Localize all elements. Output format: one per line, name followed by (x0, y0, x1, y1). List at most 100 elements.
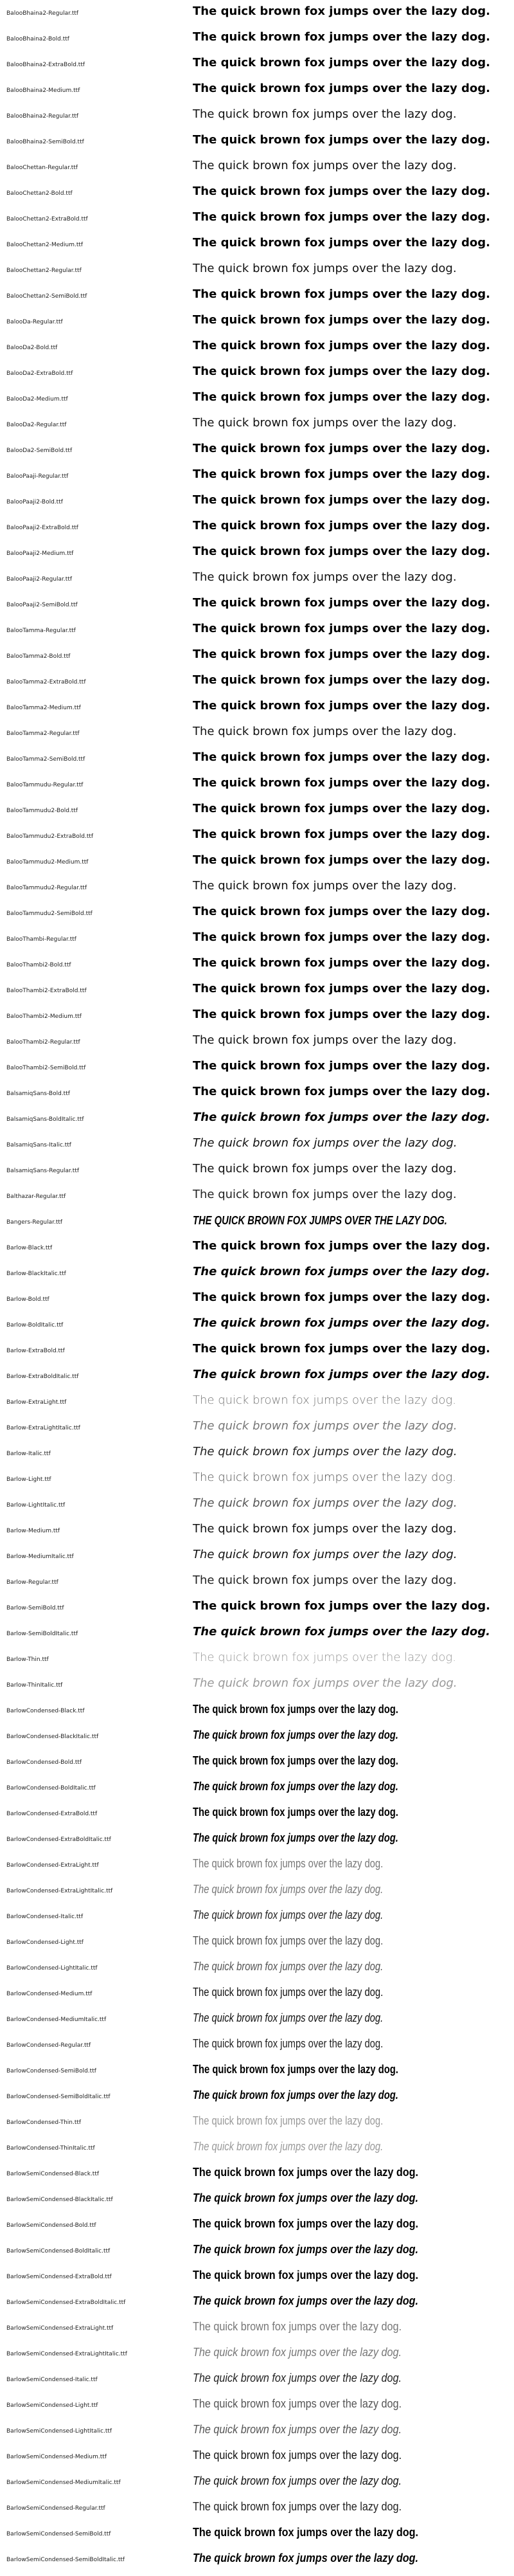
font-sample-text: The quick brown fox jumps over the lazy … (193, 1419, 457, 1433)
font-file-name: BalooChettan2-Regular.ttf (6, 268, 82, 274)
font-row: BalooTammudu2-SemiBold.ttf The quick brow… (0, 904, 514, 930)
font-row: BarlowCondensed-SemiBold.ttf The quick br… (0, 2062, 514, 2087)
font-row: BalooPaaji2-Regular.ttf The quick brown f… (0, 570, 514, 595)
font-row: BalooPaaji2-Bold.ttf The quick brown fox … (0, 493, 514, 518)
font-file-name: BalooTamma-Regular.ttf (6, 628, 76, 634)
font-row: BalooChettan2-ExtraBold.ttf The quick bro… (0, 210, 514, 235)
font-row: BalooDa2-ExtraBold.ttf The quick brown fo… (0, 364, 514, 390)
font-file-name: BarlowCondensed-ExtraBoldItalic.ttf (6, 1837, 111, 1843)
font-sample-text: The quick brown fox jumps over the lazy … (193, 365, 490, 378)
font-sample-text: The quick brown fox jumps over the lazy … (193, 1574, 457, 1587)
font-file-name: Balthazar-Regular.ttf (6, 1193, 66, 1200)
font-file-name: BalooPaaji2-Medium.ttf (6, 550, 74, 557)
font-sample-text: The quick brown fox jumps over the lazy … (193, 107, 457, 121)
font-row: BarlowSemiCondensed-SemiBoldItalic.ttf Th… (0, 2550, 514, 2576)
font-sample-text: The quick brown fox jumps over the lazy … (193, 1599, 490, 1613)
font-row: BalooChettan-Regular.ttf The quick brown … (0, 158, 514, 184)
font-sample-text: The quick brown fox jumps over the lazy … (193, 2372, 402, 2384)
font-file-name: Barlow-MediumItalic.ttf (6, 1554, 74, 1560)
font-file-name: BarlowSemiCondensed-Black.ttf (6, 2171, 100, 2177)
font-file-name: BalooChettan2-SemiBold.ttf (6, 293, 87, 300)
font-row: Barlow-Thin.ttf The quick brown fox jumps… (0, 1650, 514, 1676)
font-sample-text: The quick brown fox jumps over the lazy … (193, 2217, 419, 2230)
font-file-name: BarlowSemiCondensed-SemiBold.ttf (6, 2531, 111, 2537)
font-sample-text: The quick brown fox jumps over the lazy … (193, 82, 490, 95)
font-file-name: Barlow-ExtraLight.ttf (6, 1399, 67, 1406)
font-file-name: BarlowCondensed-BlackItalic.ttf (6, 1734, 99, 1740)
font-file-name: BarlowCondensed-Thin.ttf (6, 2119, 82, 2126)
font-row: BarlowCondensed-Black.ttf The quick brown… (0, 1701, 514, 1727)
font-sample-text: The quick brown fox jumps over the lazy … (193, 1651, 456, 1664)
font-row: BarlowSemiCondensed-LightItalic.ttf The q… (0, 2422, 514, 2447)
font-sample-text: The quick brown fox jumps over the lazy … (193, 2474, 402, 2487)
font-sample-text: The quick brown fox jumps over the lazy … (193, 2089, 398, 2101)
font-sample-text: The quick brown fox jumps over the lazy … (193, 2269, 419, 2281)
font-file-name: BarlowCondensed-Black.ttf (6, 1708, 85, 1714)
font-sample-text: The quick brown fox jumps over the lazy … (193, 1188, 457, 1201)
font-sample-text: The quick brown fox jumps over the lazy … (193, 1780, 398, 1793)
font-row: BalooPaaji2-Medium.ttf The quick brown fo… (0, 544, 514, 570)
font-file-name: BalooBhaina2-Regular.ttf (6, 10, 79, 17)
font-file-name: Barlow-BoldItalic.ttf (6, 1322, 64, 1329)
font-file-name: Barlow-SemiBold.ttf (6, 1605, 64, 1611)
font-file-name: BalooTammudu-Regular.ttf (6, 782, 84, 788)
font-sample-text: The quick brown fox jumps over the lazy … (193, 2449, 402, 2462)
font-sample-text: The quick brown fox jumps over the lazy … (193, 879, 457, 893)
font-sample-text: The quick brown fox jumps over the lazy … (193, 699, 490, 712)
font-row: BalooTamma-Regular.ttf The quick brown fo… (0, 621, 514, 647)
font-sample-text: The quick brown fox jumps over the lazy … (193, 1033, 457, 1047)
font-file-name: Barlow-Italic.ttf (6, 1451, 51, 1457)
font-file-name: BalooTammudu2-ExtraBold.ttf (6, 833, 94, 840)
font-file-name: Barlow-ExtraBold.ttf (6, 1348, 65, 1354)
font-sample-text: The quick brown fox jumps over the lazy … (193, 1728, 398, 1741)
font-row: BalooTammudu2-Regular.ttf The quick brown… (0, 878, 514, 904)
font-sample-text: The quick brown fox jumps over the lazy … (193, 493, 490, 507)
font-row: BarlowCondensed-Medium.ttf The quick brow… (0, 1984, 514, 2010)
font-file-name: BarlowSemiCondensed-Light.ttf (6, 2402, 98, 2409)
font-file-name: BarlowCondensed-Italic.ttf (6, 1914, 84, 1920)
font-sample-text: The quick brown fox jumps over the lazy … (193, 1393, 456, 1407)
font-row: BalooThambi-Regular.ttf The quick brown f… (0, 930, 514, 956)
font-row: Barlow-Medium.ttf The quick brown fox jum… (0, 1521, 514, 1547)
font-file-name: BarlowSemiCondensed-ExtraLightItalic.ttf (6, 2351, 127, 2357)
font-file-name: BalooPaaji2-ExtraBold.ttf (6, 525, 78, 531)
font-row: BarlowSemiCondensed-Regular.ttf The quick… (0, 2499, 514, 2525)
font-file-name: BarlowSemiCondensed-Regular.ttf (6, 2505, 105, 2512)
font-row: Barlow-SemiBoldItalic.ttf The quick brown… (0, 1624, 514, 1650)
font-sample-text: The quick brown fox jumps over the lazy … (193, 1214, 447, 1227)
font-file-name: BalooBhaina2-SemiBold.ttf (6, 139, 84, 145)
font-row: BalooTamma2-SemiBold.ttf The quick brown … (0, 750, 514, 776)
font-row: BarlowCondensed-LightItalic.ttf The quick… (0, 1959, 514, 1984)
font-file-name: BalooTammudu2-Bold.ttf (6, 808, 78, 814)
font-row: Barlow-ExtraLight.ttf The quick brown fox… (0, 1393, 514, 1419)
font-file-name: BalooDa2-Bold.ttf (6, 345, 58, 351)
font-sample-text: The quick brown fox jumps over the lazy … (193, 725, 457, 738)
font-row: BalooThambi2-ExtraBold.ttf The quick brow… (0, 981, 514, 1007)
font-sample-text: The quick brown fox jumps over the lazy … (193, 828, 490, 841)
font-row: BarlowCondensed-Regular.ttf The quick bro… (0, 2036, 514, 2062)
font-sample-text: The quick brown fox jumps over the lazy … (193, 1806, 398, 1819)
font-file-name: BarlowSemiCondensed-Italic.ttf (6, 2377, 98, 2383)
font-sample-text: The quick brown fox jumps over the lazy … (193, 2166, 419, 2179)
font-file-name: BalooBhaina2-ExtraBold.ttf (6, 62, 85, 68)
font-sample-text: The quick brown fox jumps over the lazy … (193, 56, 490, 69)
font-file-name: Barlow-Light.ttf (6, 1476, 51, 1483)
font-file-name: BalooBhaina2-Medium.ttf (6, 87, 80, 94)
font-sample-text: The quick brown fox jumps over the lazy … (193, 1548, 457, 1561)
font-specimen-list: BalooBhaina2-Regular.ttf The quick brown … (0, 4, 514, 2576)
font-row: BalooTamma2-ExtraBold.ttf The quick brown… (0, 673, 514, 698)
font-file-name: BarlowSemiCondensed-SemiBoldItalic.ttf (6, 2557, 125, 2563)
font-row: BalooTammudu2-ExtraBold.ttf The quick bro… (0, 827, 514, 853)
font-row: BarlowSemiCondensed-Bold.ttf The quick br… (0, 2216, 514, 2242)
font-sample-text: The quick brown fox jumps over the lazy … (193, 2526, 419, 2539)
font-file-name: BalsamiqSans-BoldItalic.ttf (6, 1116, 84, 1123)
font-file-name: BarlowCondensed-SemiBold.ttf (6, 2068, 96, 2074)
font-file-name: BalooThambi2-Medium.ttf (6, 1013, 82, 1020)
font-sample-text: The quick brown fox jumps over the lazy … (193, 442, 490, 455)
font-row: BarlowSemiCondensed-MediumItalic.ttf The … (0, 2473, 514, 2499)
font-sample-text: The quick brown fox jumps over the lazy … (193, 1496, 457, 1510)
font-sample-text: The quick brown fox jumps over the lazy … (193, 2243, 419, 2256)
font-file-name: BalooPaaji2-SemiBold.ttf (6, 602, 78, 608)
font-file-name: BarlowCondensed-ExtraLightItalic.ttf (6, 1888, 113, 1894)
font-sample-text: The quick brown fox jumps over the lazy … (193, 2063, 398, 2076)
